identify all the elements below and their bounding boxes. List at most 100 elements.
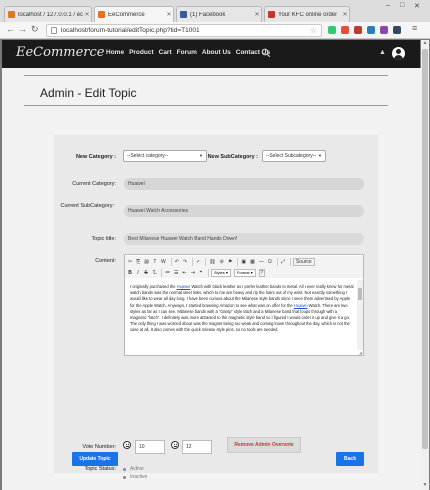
close-icon[interactable]: ✕ bbox=[83, 11, 91, 18]
bulleted-list-icon[interactable]: ☰ bbox=[173, 269, 179, 277]
current-subcategory-label: Current SubCategory: bbox=[60, 203, 115, 209]
browser-tab-gmail[interactable]: Your KFC online order ✕ bbox=[264, 6, 350, 22]
url-text: localhost/forum-tutorial/editTopic.php?t… bbox=[61, 27, 200, 34]
scroll-thumb[interactable] bbox=[422, 49, 428, 449]
editor-link[interactable]: Huawei bbox=[294, 303, 308, 308]
scroll-down-icon[interactable]: ▼ bbox=[421, 482, 429, 490]
divider bbox=[24, 105, 388, 106]
spellcheck-icon[interactable]: ✓ bbox=[195, 258, 201, 266]
remove-admin-overvote-button[interactable]: Remove Admin Overvote bbox=[227, 437, 301, 453]
unlink-icon[interactable]: ⊘ bbox=[219, 258, 225, 266]
content-editor[interactable]: ✂ ⎘ ▤ T W ↶ ↷ ✓ ⛓ ⊘ ⚑ ▣ ▦ — Ω ⤢ Source B… bbox=[124, 254, 364, 356]
topic-title-input[interactable]: Best Milanese Huawei Watch Band Hands Do… bbox=[124, 233, 364, 245]
horizontal-line-icon[interactable]: — bbox=[258, 258, 265, 266]
new-category-select[interactable]: --Select category-- ▼ bbox=[123, 150, 207, 162]
page-body: Admin - Edit Topic New Category : --Sele… bbox=[2, 68, 421, 490]
divider bbox=[24, 75, 388, 76]
bell-icon[interactable]: ▲ bbox=[379, 49, 386, 56]
status-inactive-radio[interactable]: Inactive bbox=[123, 474, 147, 480]
back-button[interactable]: Back bbox=[336, 452, 364, 466]
browser-tab-eecommerce[interactable]: EeCommerce ✕ bbox=[94, 6, 174, 22]
editor-text: I originally purchased the bbox=[130, 284, 177, 289]
user-avatar[interactable] bbox=[392, 47, 405, 60]
close-icon[interactable]: ✕ bbox=[253, 11, 261, 18]
numbered-list-icon[interactable]: ≔ bbox=[164, 269, 171, 277]
italic-icon[interactable]: I bbox=[135, 269, 141, 277]
extension-icon[interactable] bbox=[393, 26, 401, 34]
paste-word-icon[interactable]: W bbox=[160, 258, 167, 266]
nav-forum[interactable]: Forum bbox=[177, 49, 197, 56]
status-active-radio[interactable]: Active bbox=[123, 466, 144, 472]
close-icon[interactable]: ✕ bbox=[341, 11, 349, 18]
table-icon[interactable]: ▦ bbox=[249, 258, 256, 266]
anchor-icon[interactable]: ⚑ bbox=[227, 258, 233, 266]
redo-icon[interactable]: ↷ bbox=[182, 258, 188, 266]
styles-dropdown[interactable]: Styles ▾ bbox=[210, 268, 231, 277]
browser-tab-bar: localhost / 127.0.0.1 / ec ✕ EeCommerce … bbox=[0, 0, 430, 22]
link-icon[interactable]: ⛓ bbox=[208, 258, 216, 266]
maximize-icon[interactable]: ⤢ bbox=[280, 258, 286, 266]
menu-icon[interactable]: ≡ bbox=[412, 23, 417, 33]
source-label: Source bbox=[295, 258, 312, 265]
site-logo[interactable]: EeCommerce bbox=[16, 45, 105, 60]
editor-body[interactable]: I originally purchased the Huawei Watch … bbox=[125, 280, 357, 350]
current-category-field: Huawei bbox=[124, 178, 364, 190]
paste-text-icon[interactable]: T bbox=[152, 258, 158, 266]
vote-down-input[interactable]: 12 bbox=[182, 440, 212, 454]
close-window-icon[interactable]: ✕ bbox=[414, 2, 420, 10]
gmail-icon bbox=[268, 11, 275, 18]
blockquote-icon[interactable]: ❝ bbox=[198, 269, 204, 277]
scroll-thumb[interactable] bbox=[358, 288, 362, 300]
strike-icon[interactable]: S bbox=[143, 269, 149, 277]
undo-icon[interactable]: ↶ bbox=[174, 258, 180, 266]
editor-link[interactable]: Huawei bbox=[177, 284, 191, 289]
outdent-icon[interactable]: ⇤ bbox=[181, 269, 187, 277]
nav-home[interactable]: Home bbox=[106, 49, 124, 56]
bookmark-star-icon[interactable]: ☆ bbox=[310, 26, 317, 35]
forward-arrow-icon[interactable]: → bbox=[18, 24, 27, 34]
tab-title: localhost / 127.0.0.1 / ec bbox=[18, 11, 83, 18]
close-icon[interactable]: ✕ bbox=[165, 11, 173, 18]
extension-icon[interactable] bbox=[341, 26, 349, 34]
reload-icon[interactable]: ↻ bbox=[31, 24, 39, 35]
browser-toolbar: ← → ↻ localhost/forum-tutorial/editTopic… bbox=[0, 22, 430, 39]
edit-topic-form: New Category : --Select category-- ▼ New… bbox=[54, 135, 378, 480]
browser-tab-phpmyadmin[interactable]: localhost / 127.0.0.1 / ec ✕ bbox=[4, 6, 92, 22]
format-dropdown[interactable]: Format ▾ bbox=[233, 268, 256, 277]
copy-icon[interactable]: ⎘ bbox=[135, 258, 141, 266]
paste-icon[interactable]: ▤ bbox=[143, 258, 150, 266]
nav-about-us[interactable]: About Us bbox=[202, 49, 231, 56]
new-subcategory-select[interactable]: --Select Subcategory-- ▼ bbox=[262, 150, 326, 162]
search-icon[interactable] bbox=[261, 48, 271, 58]
resize-handle-icon[interactable]: ◢ bbox=[359, 350, 362, 355]
extension-icon[interactable] bbox=[380, 26, 388, 34]
source-button[interactable]: Source bbox=[292, 257, 315, 266]
current-category-label: Current Category: bbox=[72, 181, 116, 187]
indent-icon[interactable]: ⇥ bbox=[190, 269, 196, 277]
maximize-icon[interactable]: □ bbox=[400, 2, 404, 9]
address-bar[interactable]: localhost/forum-tutorial/editTopic.php?t… bbox=[46, 24, 322, 37]
radio-icon bbox=[123, 475, 126, 479]
editor-scrollbar[interactable] bbox=[357, 280, 363, 350]
vote-up-input[interactable]: 10 bbox=[135, 440, 165, 454]
minimize-icon[interactable]: – bbox=[386, 2, 390, 9]
nav-cart[interactable]: Cart bbox=[159, 49, 172, 56]
nav-product[interactable]: Product bbox=[129, 49, 154, 56]
remove-format-icon[interactable]: T̶ bbox=[151, 269, 157, 277]
status-inactive-label: Inactive bbox=[130, 474, 148, 480]
help-icon[interactable]: ? bbox=[258, 268, 265, 277]
scroll-up-icon[interactable]: ▲ bbox=[421, 40, 429, 48]
cut-icon[interactable]: ✂ bbox=[127, 258, 133, 266]
extension-icon[interactable] bbox=[354, 26, 362, 34]
extension-icon[interactable] bbox=[367, 26, 375, 34]
special-char-icon[interactable]: Ω bbox=[267, 258, 273, 266]
bold-icon[interactable]: B bbox=[127, 269, 133, 277]
back-arrow-icon[interactable]: ← bbox=[6, 24, 15, 34]
update-topic-button[interactable]: Update Topic bbox=[72, 452, 118, 466]
topic-status-label: Topic Status: bbox=[84, 466, 117, 472]
thumbs-up-face-icon bbox=[123, 441, 131, 449]
page-scrollbar[interactable]: ▲ ▼ bbox=[421, 40, 429, 490]
extension-icon[interactable] bbox=[328, 26, 336, 34]
image-icon[interactable]: ▣ bbox=[240, 258, 247, 266]
browser-tab-facebook[interactable]: (1) Facebook ✕ bbox=[176, 6, 262, 22]
